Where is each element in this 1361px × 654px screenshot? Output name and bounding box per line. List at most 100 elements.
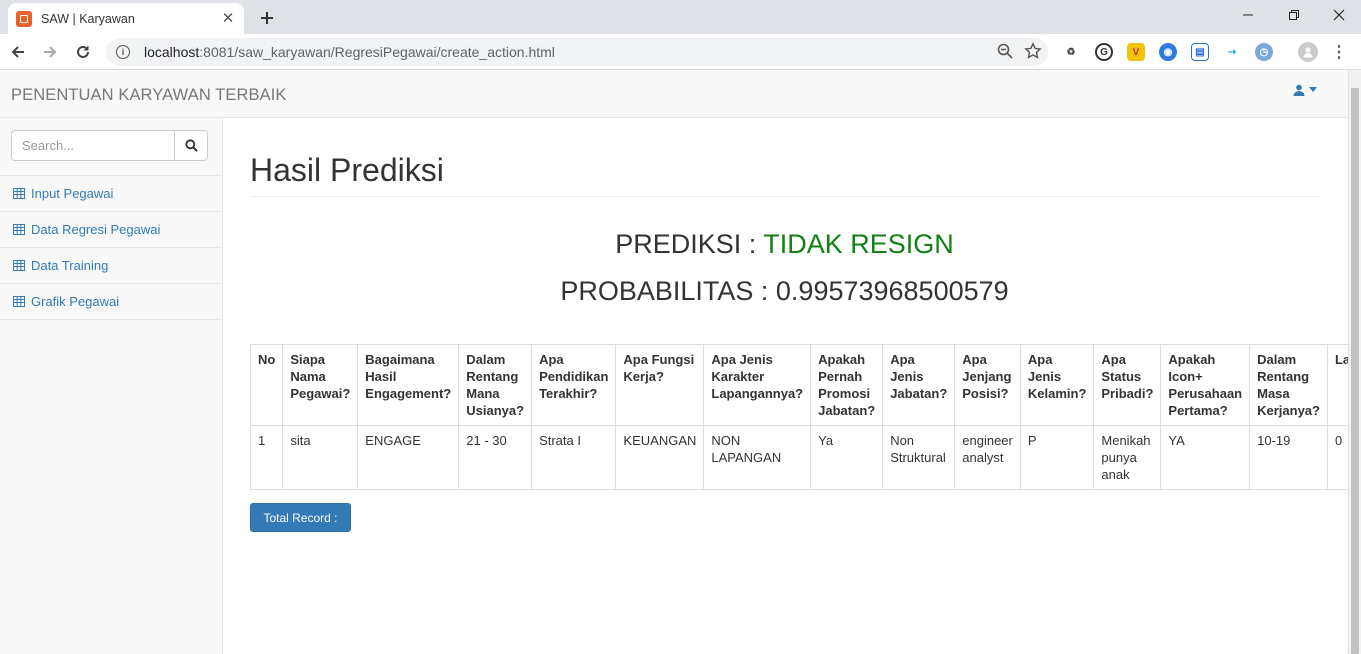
close-tab-icon[interactable]: ✕ bbox=[220, 10, 236, 27]
column-header-promosi: Apakah Pernah Promosi Jabatan? bbox=[810, 344, 884, 426]
browser-menu-icon[interactable]: ⋮ bbox=[1330, 43, 1348, 61]
recycle-extension-icon[interactable]: ♻ bbox=[1062, 43, 1080, 61]
column-header-nama: Siapa Nama Pegawai? bbox=[282, 344, 359, 426]
search-icon bbox=[184, 139, 198, 152]
column-header-usia: Dalam Rentang Mana Usianya? bbox=[458, 344, 533, 426]
site-favicon-icon bbox=[16, 10, 32, 27]
sidebar-menu: Input Pegawai Data Regresi Pegawai Data … bbox=[0, 175, 222, 320]
search-extension-icon[interactable]: ◉ bbox=[1159, 43, 1177, 61]
column-header-fungsi-kerja: Apa Fungsi Kerja? bbox=[615, 344, 705, 426]
cell-status-pribadi: Menikah punya anak bbox=[1093, 425, 1162, 490]
column-header-karakter-lapangan: Apa Jenis Karakter Lapangannya? bbox=[703, 344, 812, 426]
info-icon[interactable]: i bbox=[116, 45, 130, 59]
probability-result: PROBABILITAS : 0.99573968500579 bbox=[223, 276, 1346, 307]
app-navbar: PENENTUAN KARYAWAN TERBAIK bbox=[0, 70, 1348, 118]
cloud-extension-icon[interactable]: ⇢ bbox=[1223, 43, 1241, 61]
user-icon bbox=[1293, 84, 1305, 96]
sidebar-item-label: Grafik Pegawai bbox=[31, 294, 120, 309]
cell-no: 1 bbox=[249, 425, 284, 490]
back-button[interactable] bbox=[4, 38, 32, 66]
table-icon bbox=[13, 224, 25, 235]
main-content: Hasil Prediksi PREDIKSI : TIDAK RESIGN P… bbox=[223, 118, 1348, 654]
user-menu-dropdown[interactable] bbox=[1293, 84, 1317, 96]
prediction-value: TIDAK RESIGN bbox=[763, 229, 954, 259]
prediction-table: No Siapa Nama Pegawai? Bagaimana Hasil E… bbox=[249, 344, 1348, 490]
page-title: Hasil Prediksi bbox=[250, 152, 444, 188]
url-text: localhost:8081/saw_karyawan/RegresiPegaw… bbox=[144, 44, 555, 60]
table-icon bbox=[13, 260, 25, 271]
browser-tab[interactable]: SAW | Karyawan ✕ bbox=[8, 3, 244, 34]
sidebar-item-data-training[interactable]: Data Training bbox=[0, 248, 222, 284]
cell-fungsi-kerja: KEUANGAN bbox=[615, 425, 705, 490]
search-input[interactable] bbox=[11, 130, 174, 161]
cell-jenis-kelamin: P bbox=[1019, 425, 1095, 490]
arrow-right-icon bbox=[44, 46, 57, 58]
column-header-jenis-jabatan: Apa Jenis Jabatan? bbox=[882, 344, 956, 426]
cell-masa-kerja: 10-19 bbox=[1249, 425, 1328, 490]
column-header-jenjang-posisi: Apa Jenjang Posisi? bbox=[954, 344, 1021, 426]
restore-icon bbox=[1289, 10, 1299, 20]
probability-value: 0.99573968500579 bbox=[775, 276, 1009, 306]
profile-avatar-icon[interactable] bbox=[1298, 42, 1318, 62]
browser-tabstrip: SAW | Karyawan ✕ bbox=[0, 0, 1361, 34]
table-header-row: No Siapa Nama Pegawai? Bagaimana Hasil E… bbox=[249, 344, 1348, 426]
tab-title: SAW | Karyawan bbox=[41, 11, 135, 26]
v-extension-icon[interactable]: V bbox=[1127, 43, 1145, 61]
browser-toolbar: i localhost:8081/saw_karyawan/RegresiPeg… bbox=[0, 34, 1361, 70]
sidebar-item-label: Input Pegawai bbox=[31, 186, 114, 201]
grammarly-extension-icon[interactable]: G bbox=[1095, 43, 1113, 61]
address-bar[interactable]: i localhost:8081/saw_karyawan/RegresiPeg… bbox=[106, 38, 1048, 66]
cell-label: 0 bbox=[1326, 425, 1348, 490]
close-icon bbox=[1333, 9, 1345, 21]
document-extension-icon[interactable]: ▤ bbox=[1191, 43, 1209, 61]
cell-jenis-jabatan: Non Struktural bbox=[882, 425, 956, 490]
sidebar-item-input-pegawai[interactable]: Input Pegawai bbox=[0, 176, 222, 212]
clock-extension-icon[interactable]: ◷ bbox=[1255, 43, 1273, 61]
total-record-button[interactable]: Total Record : bbox=[250, 503, 351, 532]
scrollbar-thumb[interactable] bbox=[1351, 88, 1359, 654]
cell-usia: 21 - 30 bbox=[458, 425, 533, 490]
cell-nama: sita bbox=[282, 425, 359, 490]
sidebar-item-label: Data Training bbox=[31, 258, 109, 273]
column-header-status-pribadi: Apa Status Pribadi? bbox=[1093, 344, 1162, 426]
bookmark-star-icon[interactable] bbox=[1024, 42, 1042, 63]
probability-label: PROBABILITAS : bbox=[560, 276, 776, 306]
column-header-perusahaan-pertama: Apakah Icon+ Perusahaan Pertama? bbox=[1160, 344, 1251, 426]
caret-down-icon bbox=[1309, 87, 1317, 92]
column-header-jenis-kelamin: Apa Jenis Kelamin? bbox=[1019, 344, 1095, 426]
column-header-no: No bbox=[249, 344, 284, 426]
title-divider bbox=[250, 196, 1320, 197]
brand-title[interactable]: PENENTUAN KARYAWAN TERBAIK bbox=[11, 86, 287, 105]
cell-perusahaan-pertama: YA bbox=[1160, 425, 1251, 490]
sidebar-item-data-regresi-pegawai[interactable]: Data Regresi Pegawai bbox=[0, 212, 222, 248]
plus-icon bbox=[261, 12, 273, 24]
column-header-engagement: Bagaimana Hasil Engagement? bbox=[357, 344, 460, 426]
cell-jenjang-posisi: engineer analyst bbox=[954, 425, 1021, 490]
column-header-masa-kerja: Dalam Rentang Masa Kerjanya? bbox=[1249, 344, 1328, 426]
page-scrollbar[interactable] bbox=[1348, 70, 1361, 654]
column-header-pendidikan: Apa Pendidikan Terakhir? bbox=[531, 344, 617, 426]
cell-karakter-lapangan: NON LAPANGAN bbox=[703, 425, 812, 490]
cell-engagement: ENGAGE bbox=[357, 425, 460, 490]
zoom-icon[interactable] bbox=[996, 42, 1014, 63]
column-header-label: Label bbox=[1326, 344, 1348, 426]
restore-button[interactable] bbox=[1271, 0, 1317, 30]
reload-icon bbox=[77, 45, 89, 58]
new-tab-button[interactable] bbox=[254, 5, 280, 31]
forward-button[interactable] bbox=[36, 38, 64, 66]
close-window-button[interactable] bbox=[1316, 0, 1361, 30]
cell-promosi: Ya bbox=[810, 425, 884, 490]
cell-pendidikan: Strata I bbox=[531, 425, 617, 490]
table-icon bbox=[13, 188, 25, 199]
arrow-left-icon bbox=[11, 46, 24, 58]
sidebar: Input Pegawai Data Regresi Pegawai Data … bbox=[0, 118, 223, 654]
search-button[interactable] bbox=[174, 130, 208, 161]
reload-button[interactable] bbox=[69, 38, 97, 66]
minimize-icon bbox=[1243, 14, 1253, 16]
prediction-result: PREDIKSI : TIDAK RESIGN bbox=[223, 229, 1346, 260]
sidebar-search bbox=[11, 130, 208, 161]
sidebar-item-label: Data Regresi Pegawai bbox=[31, 222, 161, 237]
minimize-button[interactable] bbox=[1225, 0, 1271, 30]
sidebar-item-grafik-pegawai[interactable]: Grafik Pegawai bbox=[0, 284, 222, 320]
table-icon bbox=[13, 296, 25, 307]
